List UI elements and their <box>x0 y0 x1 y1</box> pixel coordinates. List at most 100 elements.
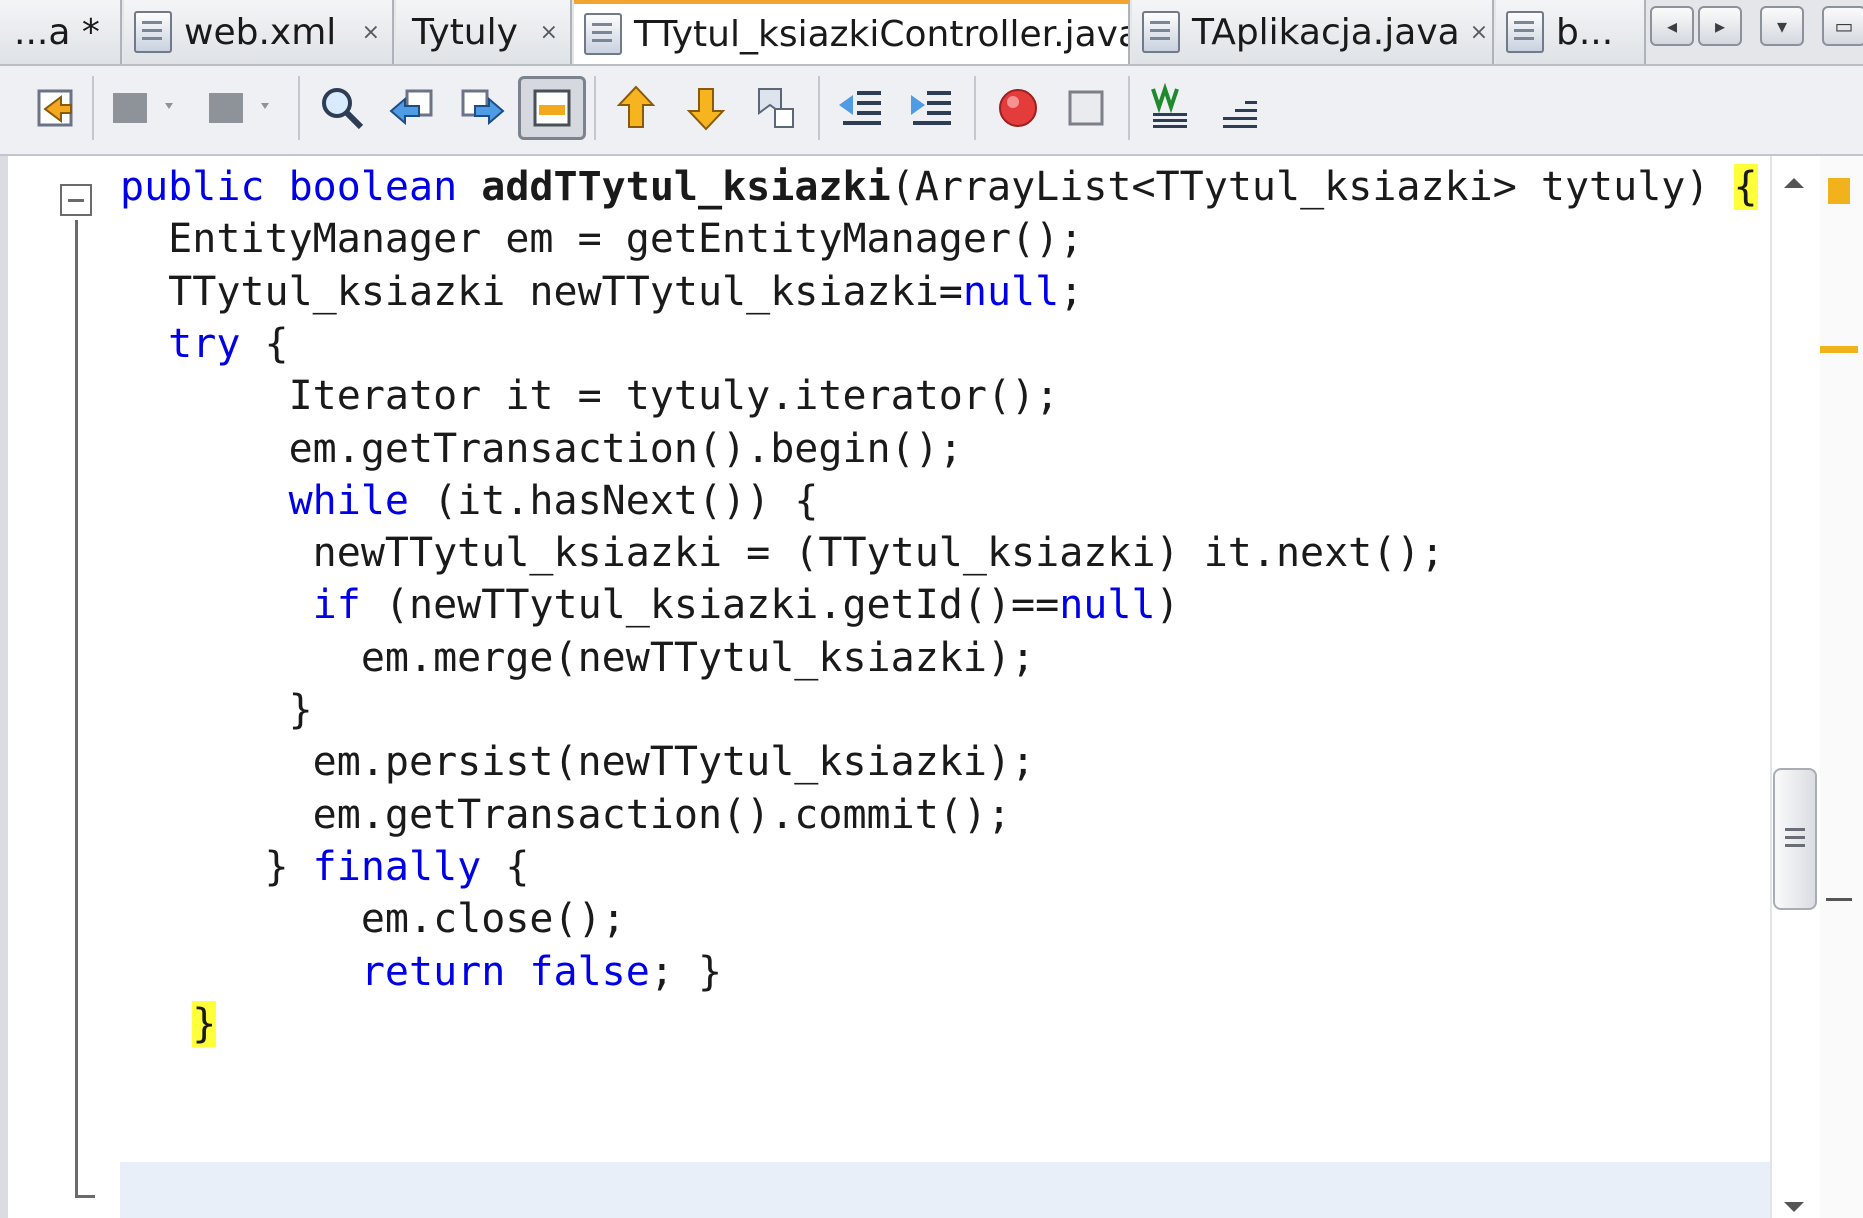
code-token: (newTTytul_ksiazki.getId()== <box>360 582 1060 629</box>
code-keyword: boolean <box>288 164 458 210</box>
tab-ttytul-ksiazki-controller[interactable]: TTytul_ksiazkiController.java ⨯ <box>574 0 1130 64</box>
tab-tytuly[interactable]: Tytuly ⨯ <box>396 0 572 64</box>
tab-label: TTytul_ksiazkiController.java <box>634 13 1130 55</box>
code-token: { <box>240 320 289 367</box>
code-token: (ArrayList<TTytul_ksiazki> tytuly) <box>890 164 1734 210</box>
tab-web-xml[interactable]: web.xml ⨯ <box>124 0 394 64</box>
close-icon[interactable]: ⨯ <box>540 20 558 45</box>
forward-icon[interactable] <box>196 76 286 140</box>
scroll-tabs-right-icon[interactable]: ▸ <box>1698 6 1742 46</box>
scroll-tabs-left-icon[interactable]: ◂ <box>1650 6 1694 46</box>
editor-tab-bar: ...a * web.xml ⨯ Tytuly ⨯ TTytul_ksiazki… <box>0 0 1863 66</box>
show-opened-documents-icon[interactable]: ▾ <box>1760 6 1804 46</box>
code-token: addTTytul_ksiazki <box>481 164 891 210</box>
code-token: TTytul_ksiazki newTTytul_ksiazki= <box>168 268 963 315</box>
java-file-icon <box>584 13 622 55</box>
scrollbar-grip-icon <box>1785 828 1805 831</box>
shift-left-icon[interactable] <box>830 76 890 140</box>
tab-taplikacja[interactable]: TAplikacja.java ⨯ <box>1132 0 1494 64</box>
error-stripe-caret-mark <box>1826 898 1852 901</box>
xml-file-icon <box>134 11 172 53</box>
code-keyword: if <box>312 582 361 629</box>
editor-toolbar <box>0 66 1863 156</box>
uncomment-icon[interactable] <box>1210 76 1270 140</box>
code-fold-end <box>75 1195 95 1198</box>
error-stripe-warning-mark[interactable] <box>1820 346 1858 353</box>
toggle-bookmark-icon[interactable] <box>746 76 806 140</box>
close-icon[interactable]: ⨯ <box>1470 20 1488 45</box>
code-token: EntityManager em = getEntityManager(); <box>168 216 1084 263</box>
tab-label: ...a * <box>14 11 100 53</box>
collapse-fold-icon[interactable] <box>60 184 92 216</box>
error-stripe-status-mark[interactable] <box>1828 178 1850 204</box>
back-icon[interactable] <box>100 76 190 140</box>
code-token: newTTytul_ksiazki = (TTytul_ksiazki) it.… <box>312 530 1445 577</box>
next-bookmark-icon[interactable] <box>676 76 736 140</box>
code-token: { <box>481 843 530 890</box>
previous-bookmark-icon[interactable] <box>606 76 666 140</box>
matching-brace: } <box>192 1000 217 1047</box>
code-token: ) <box>1155 582 1180 629</box>
last-edit-icon[interactable] <box>26 76 86 140</box>
vertical-scrollbar[interactable] <box>1770 156 1820 1218</box>
maximize-window-icon[interactable]: ▭ <box>1822 6 1863 46</box>
code-line: } <box>120 993 217 1055</box>
editor-gutter <box>0 156 120 1218</box>
scroll-up-icon[interactable] <box>1784 178 1804 188</box>
stop-macro-icon[interactable] <box>1056 76 1116 140</box>
scrollbar-thumb[interactable] <box>1773 768 1817 910</box>
code-fold-guide <box>75 220 78 1198</box>
find-icon[interactable] <box>312 76 372 140</box>
find-next-icon[interactable] <box>452 76 512 140</box>
code-token: ; <box>1059 268 1084 315</box>
code-keyword: null <box>962 268 1060 315</box>
code-keyword: while <box>288 477 409 524</box>
code-token: em.getTransaction().begin(); <box>288 425 963 472</box>
toggle-highlight-icon[interactable] <box>518 76 586 140</box>
tab-navigation: ◂ ▸ ▾ ▭ <box>1650 6 1863 50</box>
start-macro-icon[interactable] <box>988 76 1048 140</box>
tab-label: web.xml <box>184 11 337 53</box>
code-token: } <box>288 687 313 733</box>
error-stripe <box>1820 156 1863 1218</box>
code-keyword: false <box>529 948 650 995</box>
code-token: em.close(); <box>360 896 626 943</box>
find-previous-icon[interactable] <box>382 76 442 140</box>
scroll-down-icon[interactable] <box>1784 1202 1804 1212</box>
tab-label: Tytuly <box>412 11 518 53</box>
code-token: em.persist(newTTytul_ksiazki); <box>312 739 1036 786</box>
code-token: em.getTransaction().commit(); <box>312 791 1012 838</box>
code-token: ; } <box>649 948 723 995</box>
close-icon[interactable]: ⨯ <box>362 20 380 45</box>
shift-right-icon[interactable] <box>900 76 960 140</box>
code-token: } <box>264 843 313 890</box>
code-token: (it.hasNext()) { <box>409 477 819 524</box>
bean-file-icon <box>1506 11 1544 53</box>
code-token: Iterator it = tytuly.iterator(); <box>288 373 1060 420</box>
code-keyword: public <box>120 164 265 210</box>
comment-icon[interactable] <box>1140 76 1200 140</box>
tab-a-modified[interactable]: ...a * <box>0 0 122 64</box>
tab-b[interactable]: b... <box>1496 0 1646 64</box>
current-line-highlight <box>120 1162 1770 1218</box>
tab-label: b... <box>1556 11 1614 53</box>
